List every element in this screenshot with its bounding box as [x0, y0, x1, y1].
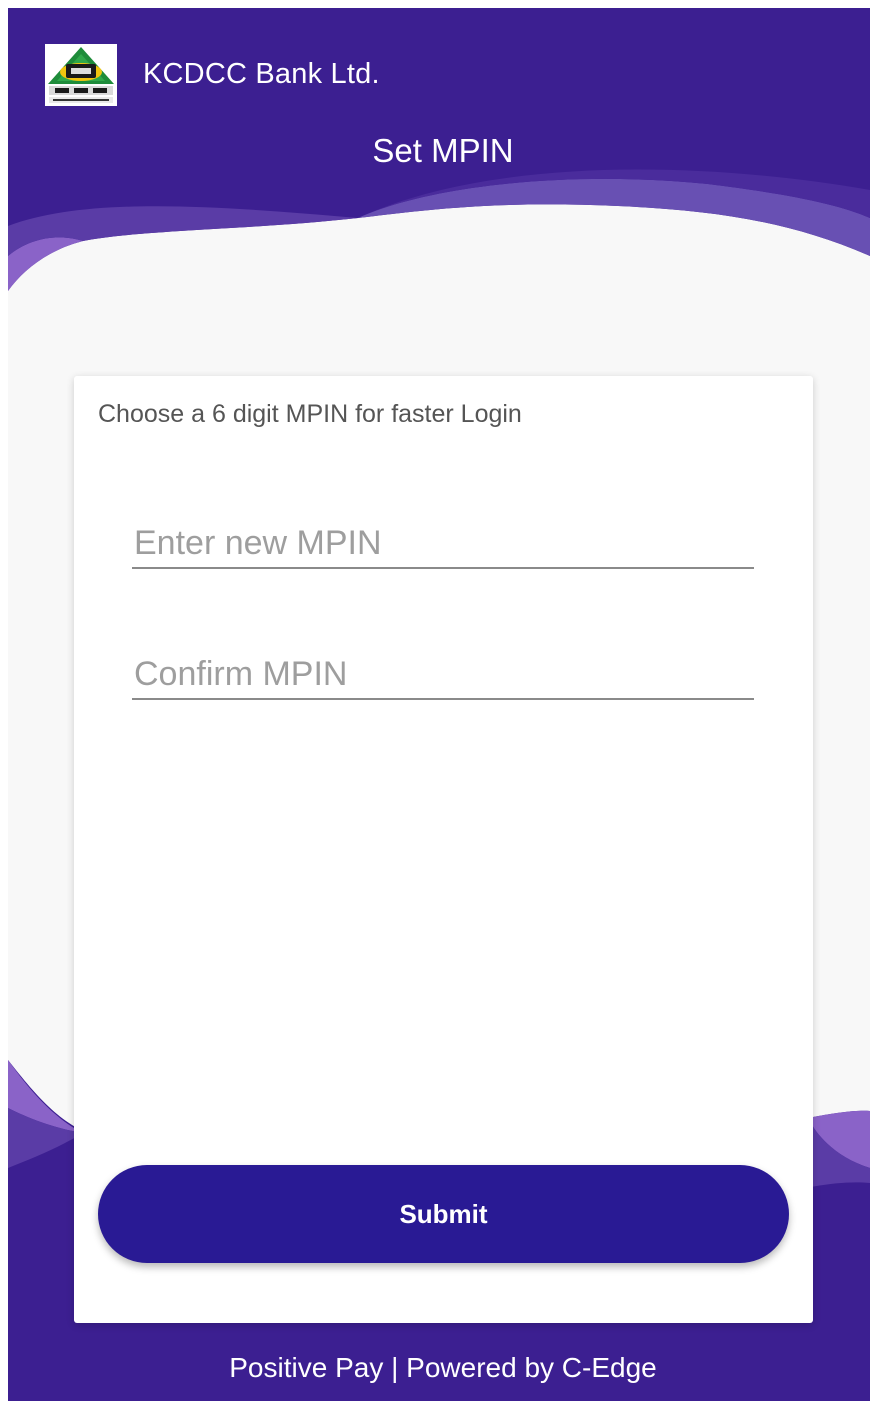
- mpin-form-card: Choose a 6 digit MPIN for faster Login S…: [74, 376, 813, 1323]
- submit-button[interactable]: Submit: [98, 1165, 789, 1263]
- mpin-instruction: Choose a 6 digit MPIN for faster Login: [98, 400, 522, 428]
- footer-credit: Positive Pay | Powered by C-Edge: [229, 1352, 657, 1383]
- confirm-mpin-input[interactable]: [132, 650, 754, 700]
- app-header: KCDCC Bank Ltd. Set MPIN: [8, 8, 870, 208]
- bank-logo-icon: [45, 44, 117, 106]
- bank-name: KCDCC Bank Ltd.: [143, 58, 380, 90]
- set-mpin-screen: KCDCC Bank Ltd. Set MPIN Choose a 6 digi…: [8, 8, 870, 1401]
- page-title: Set MPIN: [372, 132, 514, 169]
- new-mpin-input[interactable]: [132, 519, 754, 569]
